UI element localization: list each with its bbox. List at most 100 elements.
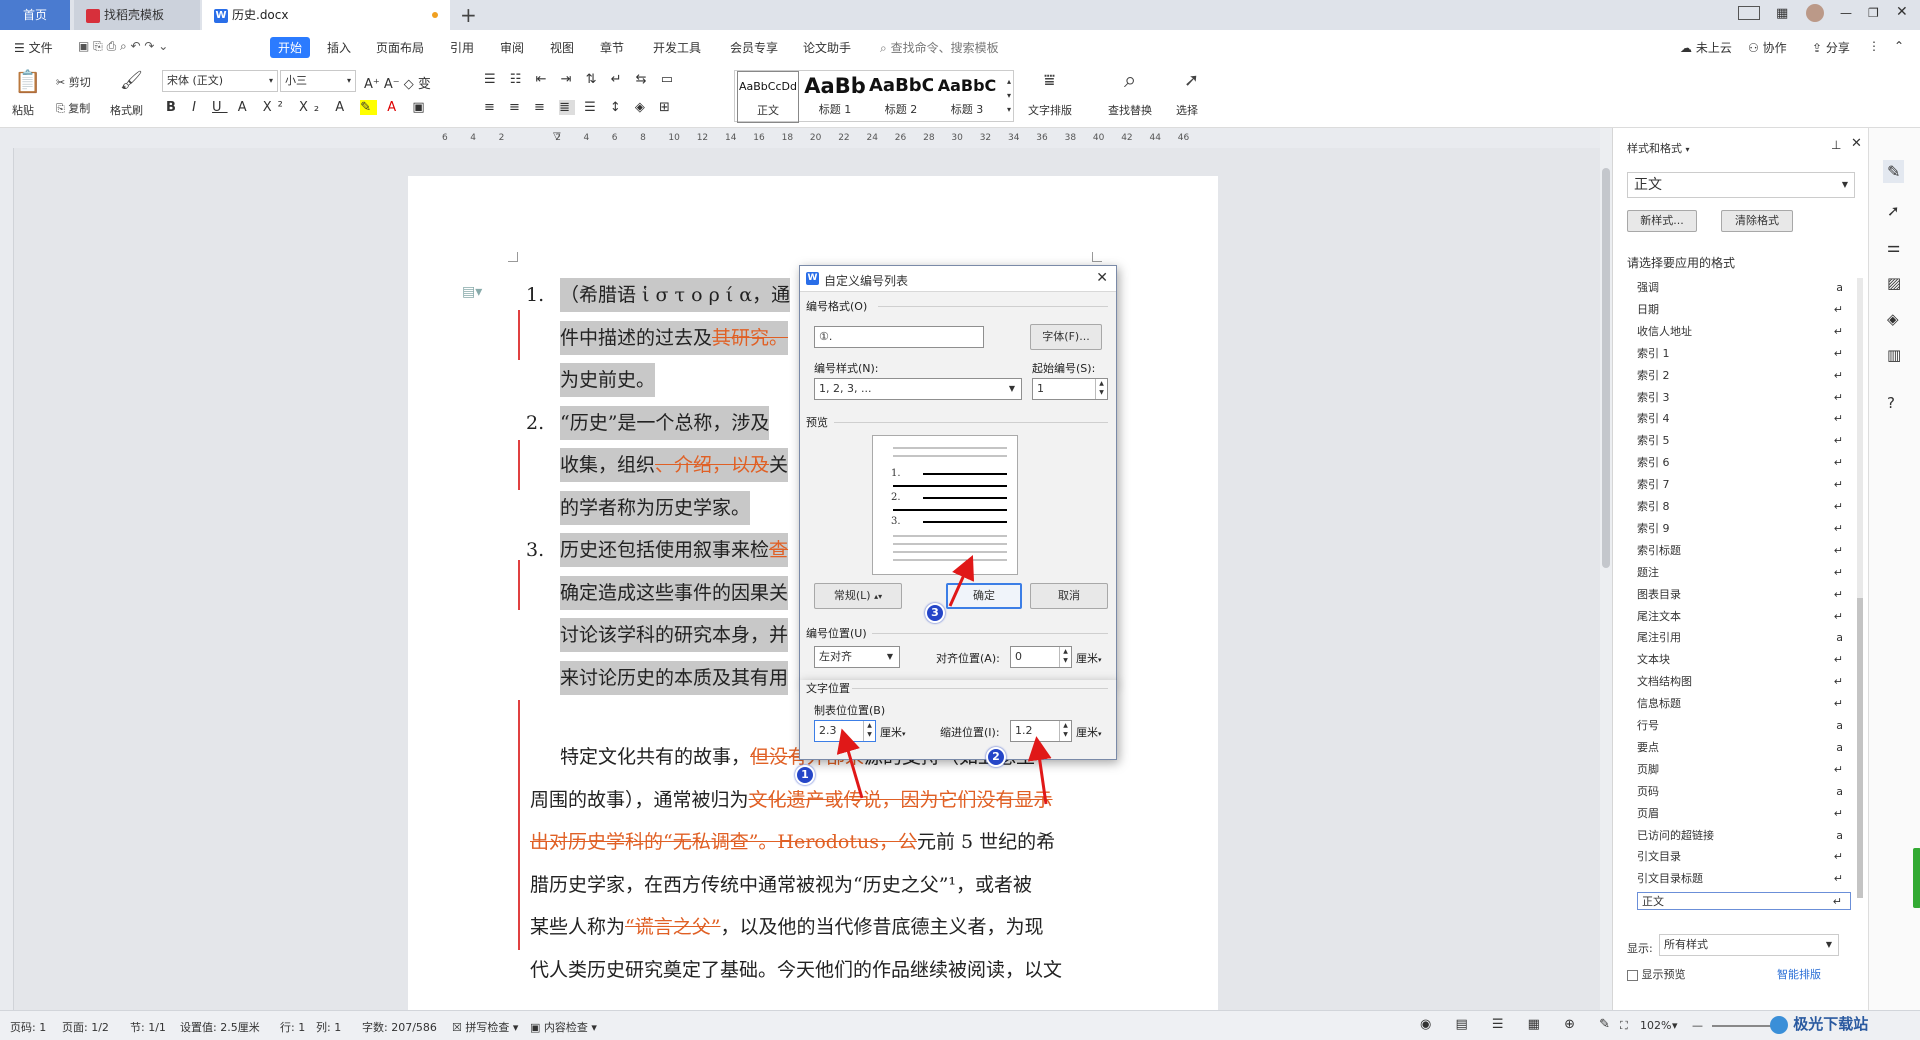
styles-panel-title[interactable]: 样式和格式 ▾: [1627, 140, 1690, 156]
style-list-item[interactable]: 索引 9 ↵: [1637, 520, 1851, 538]
pin-icon[interactable]: ⊥: [1831, 138, 1841, 152]
close-icon[interactable]: ✕: [1851, 136, 1862, 151]
status-setting[interactable]: 设置值: 2.5厘米: [180, 1019, 260, 1035]
menu-start[interactable]: 开始: [270, 37, 311, 58]
stepper-arrows-icon[interactable]: ▲ ▼: [1059, 721, 1071, 741]
paragraph-handle-icon[interactable]: ▤▾: [462, 284, 482, 300]
style-list-item[interactable]: 题注 ↵: [1637, 564, 1851, 582]
tab-unit-select[interactable]: 厘米▾: [880, 724, 906, 740]
style-list-item[interactable]: 索引 5 ↵: [1637, 432, 1851, 450]
font-format-icons[interactable]: B I U A X² X₂ A ✎ A ▣: [166, 100, 431, 115]
smart-layout-link[interactable]: 智能排版: [1777, 966, 1821, 982]
document-line[interactable]: 3. 历史还包括使用叙事来检查: [526, 533, 789, 567]
format-painter-icon[interactable]: 🖌: [120, 70, 143, 91]
style-list-item[interactable]: 索引 1 ↵: [1637, 345, 1851, 363]
grid-icon[interactable]: ▦: [1776, 6, 1788, 21]
minimize-icon[interactable]: —: [1840, 6, 1852, 20]
style-list-item[interactable]: 强调 a: [1637, 279, 1851, 297]
spell-check-button[interactable]: ☒ 拼写检查 ▾: [452, 1019, 518, 1035]
style-list-item[interactable]: 日期 ↵: [1637, 301, 1851, 319]
number-format-input[interactable]: ①.: [814, 326, 984, 348]
find-replace-icon[interactable]: ⌕: [1124, 68, 1136, 93]
style-list-item[interactable]: 行号 a: [1637, 717, 1851, 735]
avatar[interactable]: [1806, 4, 1824, 22]
new-style-button[interactable]: 新样式...: [1627, 210, 1697, 232]
status-page-number[interactable]: 页码: 1: [10, 1019, 46, 1035]
style-list-item[interactable]: 页脚 ↵: [1637, 761, 1851, 779]
indent-unit-select[interactable]: 厘米▾: [1076, 724, 1102, 740]
normal-button[interactable]: 常规(L) ▴▾: [814, 583, 902, 609]
ok-button[interactable]: 确定: [946, 583, 1022, 609]
more-icon[interactable]: ⋮: [1868, 39, 1880, 53]
font-button[interactable]: 字体(F)...: [1030, 324, 1102, 350]
start-at-stepper[interactable]: 1 ▲ ▼: [1032, 378, 1108, 400]
vertical-ruler[interactable]: [0, 148, 14, 1010]
style-list-item[interactable]: 正文 ↵: [1637, 892, 1851, 911]
alignment-select[interactable]: 左对齐 ▼: [814, 646, 900, 668]
horizontal-ruler[interactable]: 6 4 2 2 4 6 8 10 12 14 16 18 20 22 24 26 28 30 32 34 36 38 40 4…: [0, 128, 1600, 148]
current-style-select[interactable]: 正文 ▼: [1627, 172, 1855, 198]
document-line[interactable]: 讨论该学科的研究本身，并: [526, 618, 789, 652]
style-heading3[interactable]: AaBbC 标题 3: [935, 71, 999, 123]
document-line[interactable]: 腊历史学家，在西方传统中通常被视为“历史之父”¹，或者被: [530, 870, 1032, 897]
command-search[interactable]: ⌕ 查找命令、搜索模板: [880, 39, 999, 56]
collapse-ribbon-icon[interactable]: ⌃: [1894, 39, 1904, 53]
style-list-item[interactable]: 索引 7 ↵: [1637, 476, 1851, 494]
list-icons[interactable]: ☰ ☷ ⇤ ⇥ ⇅ ↵ ⇆ ▭: [484, 72, 678, 87]
document-line[interactable]: 件中描述的过去及其研究。: [526, 320, 789, 355]
zoom-dropdown-icon[interactable]: ▾: [1672, 1019, 1678, 1032]
menu-paper-assist[interactable]: 论文助手: [803, 39, 851, 56]
status-row[interactable]: 行: 1: [280, 1019, 305, 1035]
select-icon[interactable]: ➚: [1887, 202, 1900, 220]
collab-button[interactable]: ⚇ 协作: [1748, 39, 1787, 56]
document-line[interactable]: 周围的故事），通常被归为文化遗产或传说，因为它们没有显示: [530, 785, 1053, 812]
text-layout-button[interactable]: 文字排版: [1028, 102, 1072, 118]
text-layout-icon[interactable]: ⩸: [1044, 70, 1055, 91]
location-icon[interactable]: ◈: [1887, 310, 1899, 328]
style-list-item[interactable]: 引文目录 ↵: [1637, 848, 1851, 866]
cloud-status[interactable]: ☁ 未上云: [1680, 39, 1732, 56]
close-icon[interactable]: ✕: [1896, 4, 1908, 20]
style-list-item[interactable]: 引文目录标题 ↵: [1637, 870, 1851, 888]
gallery-scroll-icon[interactable]: ▴ ▾ ▾: [1007, 75, 1011, 117]
cut-button[interactable]: ✂ 剪切: [56, 74, 91, 90]
copy-button[interactable]: ⎘ 复制: [56, 100, 90, 116]
status-col[interactable]: 列: 1: [316, 1019, 341, 1035]
stepper-arrows-icon[interactable]: ▲ ▼: [863, 721, 875, 741]
style-list-item[interactable]: 索引 3 ↵: [1637, 389, 1851, 407]
book-icon[interactable]: ▥: [1887, 346, 1901, 364]
status-pages[interactable]: 页面: 1/2: [62, 1019, 109, 1035]
style-normal[interactable]: AaBbCcDd 正文: [737, 71, 799, 123]
number-style-select[interactable]: 1, 2, 3, ... ▼: [814, 378, 1022, 400]
document-scrollbar[interactable]: [1600, 128, 1612, 1010]
view-mode-icons[interactable]: ◉ ▤ ☰ ▦ ⊕ ✎: [1420, 1017, 1620, 1032]
content-check-button[interactable]: ▣ 内容检查 ▾: [530, 1019, 597, 1035]
show-preview-checkbox[interactable]: 显示预览: [1627, 966, 1686, 982]
document-line[interactable]: 收集，组织、介绍，以及关: [526, 448, 789, 482]
status-word-count[interactable]: 字数: 207/586: [362, 1019, 437, 1035]
find-replace-button[interactable]: 查找替换: [1108, 102, 1152, 118]
zoom-slider[interactable]: [1712, 1025, 1772, 1027]
indent-marker-icon[interactable]: ▽: [553, 131, 561, 142]
edit-style-icon[interactable]: ✎: [1883, 160, 1905, 183]
cancel-button[interactable]: 取消: [1030, 583, 1108, 609]
style-list-item[interactable]: 收信人地址 ↵: [1637, 323, 1851, 341]
style-list-item[interactable]: 页眉 ↵: [1637, 805, 1851, 823]
menu-review[interactable]: 审阅: [500, 39, 524, 56]
style-list-item[interactable]: 文本块 ↵: [1637, 651, 1851, 669]
zoom-out-icon[interactable]: —: [1692, 1019, 1703, 1032]
style-list-item[interactable]: 尾注文本 ↵: [1637, 608, 1851, 626]
paste-button[interactable]: 粘贴: [12, 102, 34, 118]
menu-view[interactable]: 视图: [550, 39, 574, 56]
document-line[interactable]: 的学者称为历史学家。: [526, 490, 751, 525]
document-line[interactable]: 2. “历史”是一个总称，涉及: [526, 405, 770, 440]
zoom-value[interactable]: 102%: [1640, 1019, 1671, 1032]
document-line[interactable]: 为史前史。: [526, 363, 656, 397]
layout-icon[interactable]: [1738, 6, 1760, 20]
style-list[interactable]: 强调 a 日期 ↵ 收信人地址 ↵ 索引 1 ↵ 索引 2 ↵ 索引 3 ↵ 索引 4 ↵ 索引 5 ↵ 索引 …: [1613, 273, 1869, 1040]
select-button[interactable]: 选择: [1176, 102, 1198, 118]
style-heading2[interactable]: AaBbC 标题 2: [869, 71, 933, 123]
style-list-item[interactable]: 索引 4 ↵: [1637, 410, 1851, 428]
menu-insert[interactable]: 插入: [327, 39, 351, 56]
style-list-item[interactable]: 文档结构图 ↵: [1637, 673, 1851, 691]
